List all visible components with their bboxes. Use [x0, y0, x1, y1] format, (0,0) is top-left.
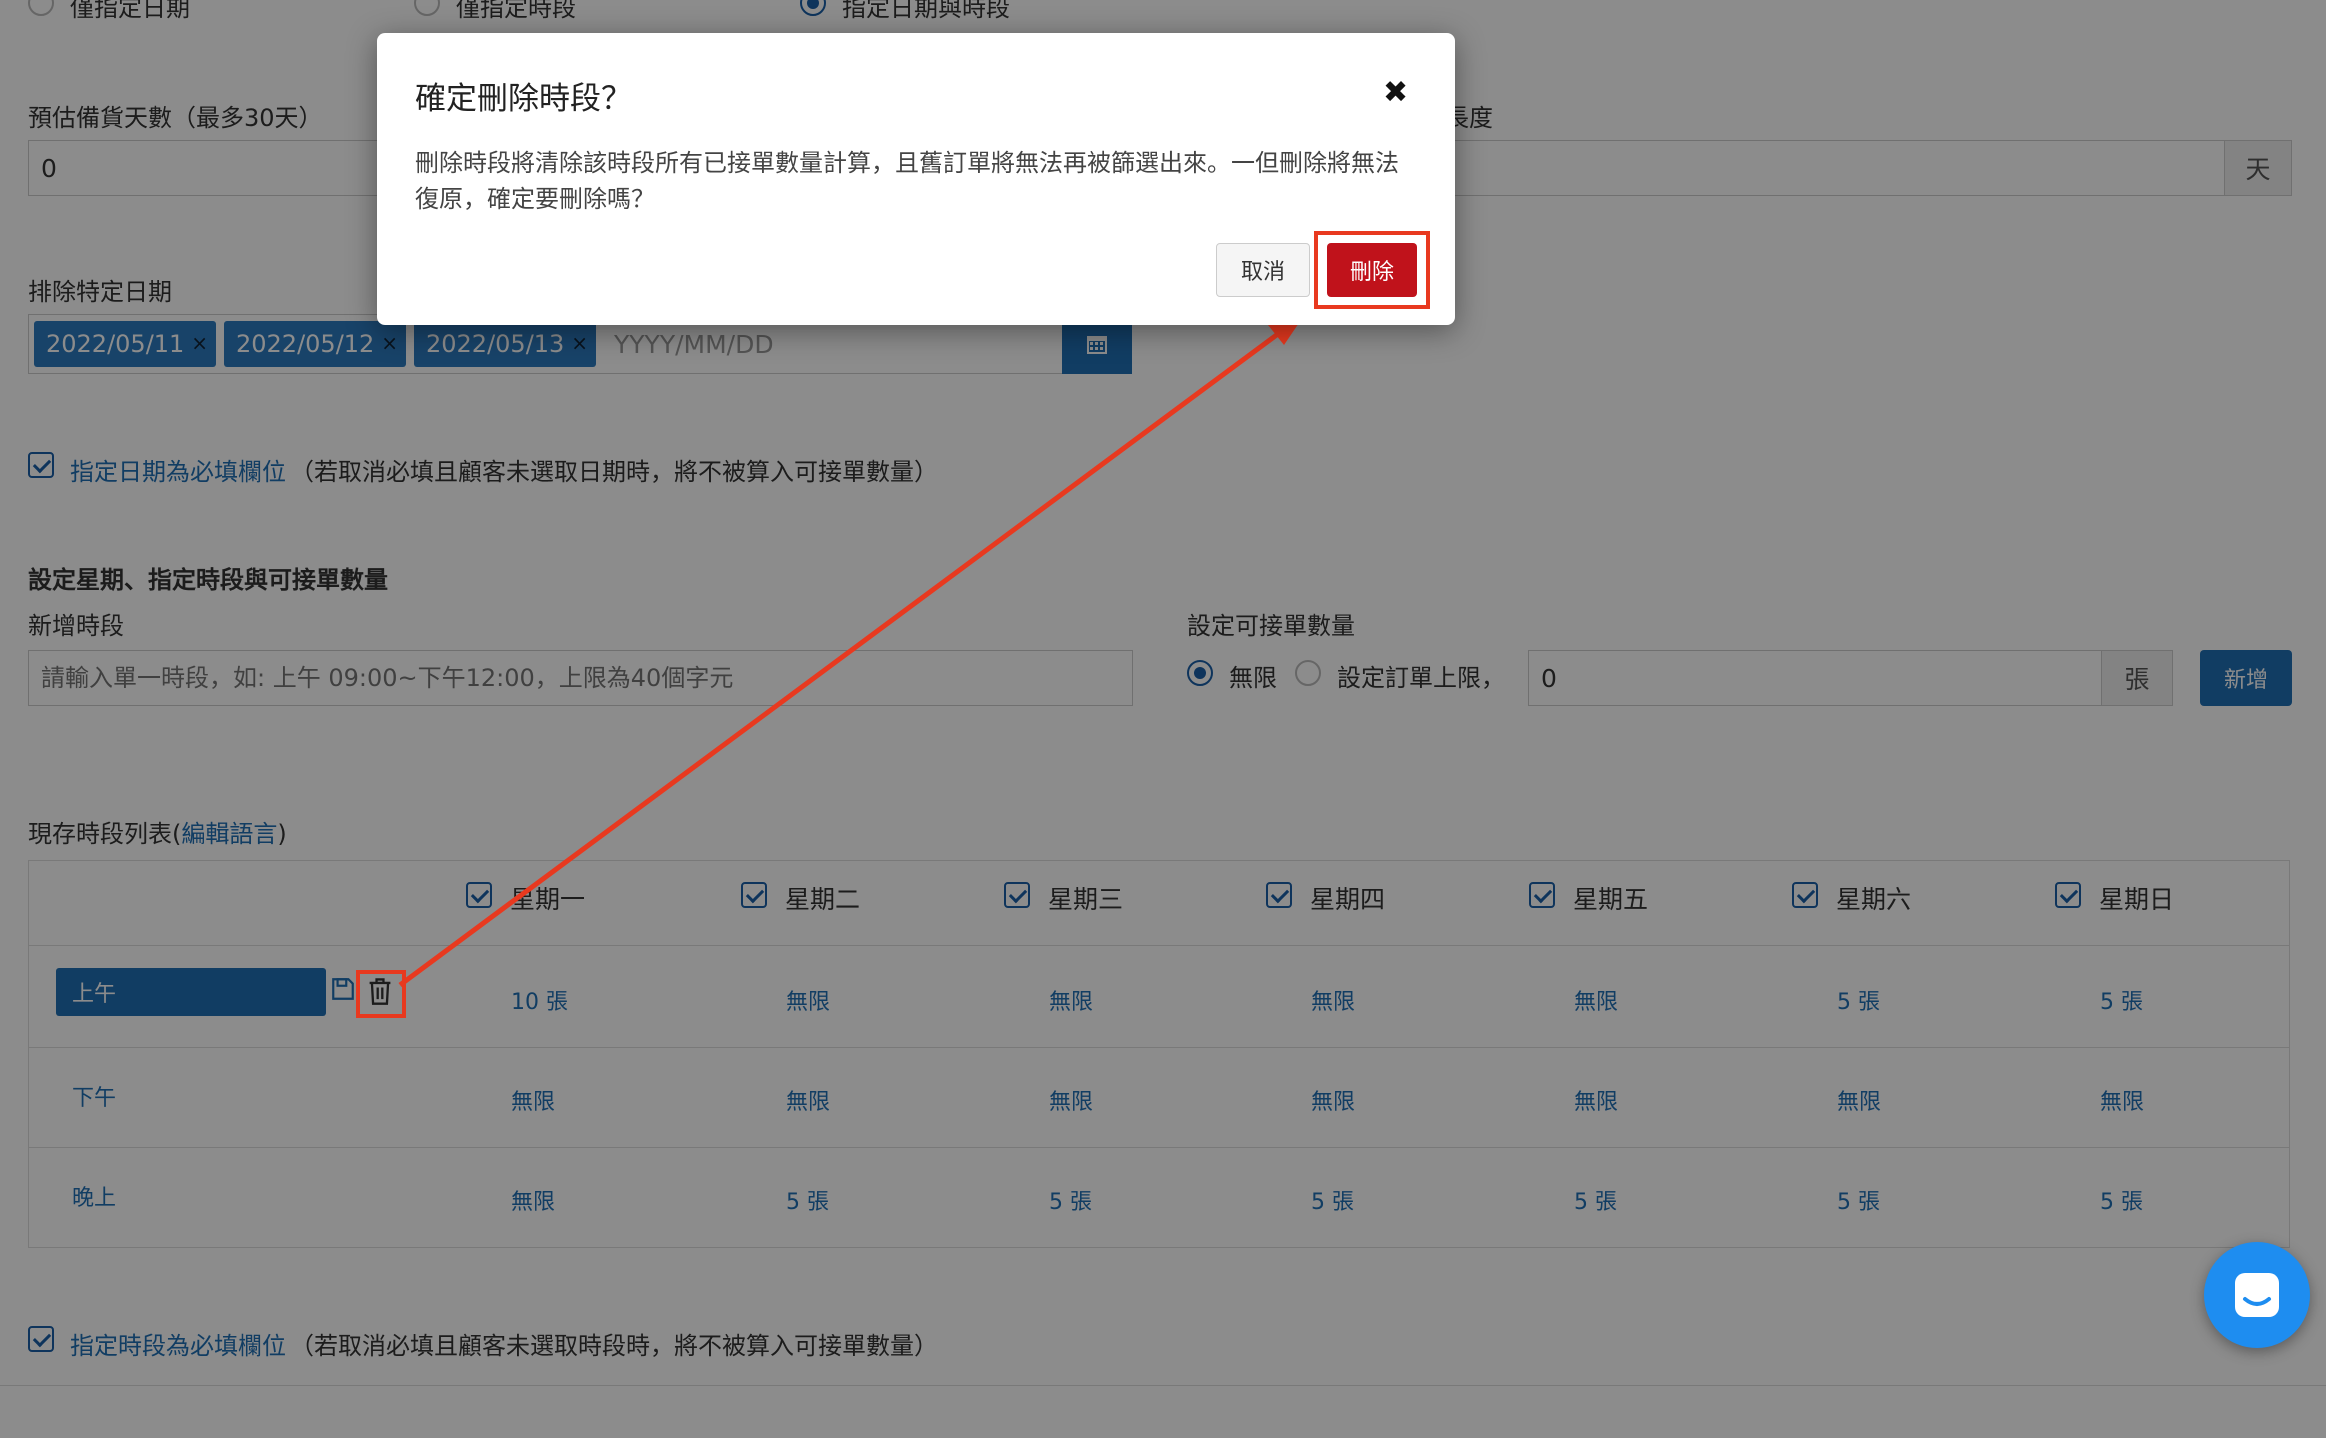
delete-confirm-modal: 確定刪除時段？ ✖ 刪除時段將清除該時段所有已接單數量計算，且舊訂單將無法再被篩…: [377, 33, 1455, 325]
close-icon[interactable]: ✖: [1383, 75, 1408, 110]
modal-title: 確定刪除時段？: [415, 81, 632, 117]
delete-button[interactable]: 刪除: [1327, 243, 1417, 297]
modal-body: 刪除時段將清除該時段所有已接單數量計算，且舊訂單將無法再被篩選出來。一但刪除將無…: [415, 149, 1399, 213]
cancel-button[interactable]: 取消: [1216, 243, 1310, 297]
chat-icon: [2235, 1273, 2279, 1317]
chat-launcher-button[interactable]: [2204, 1242, 2310, 1348]
